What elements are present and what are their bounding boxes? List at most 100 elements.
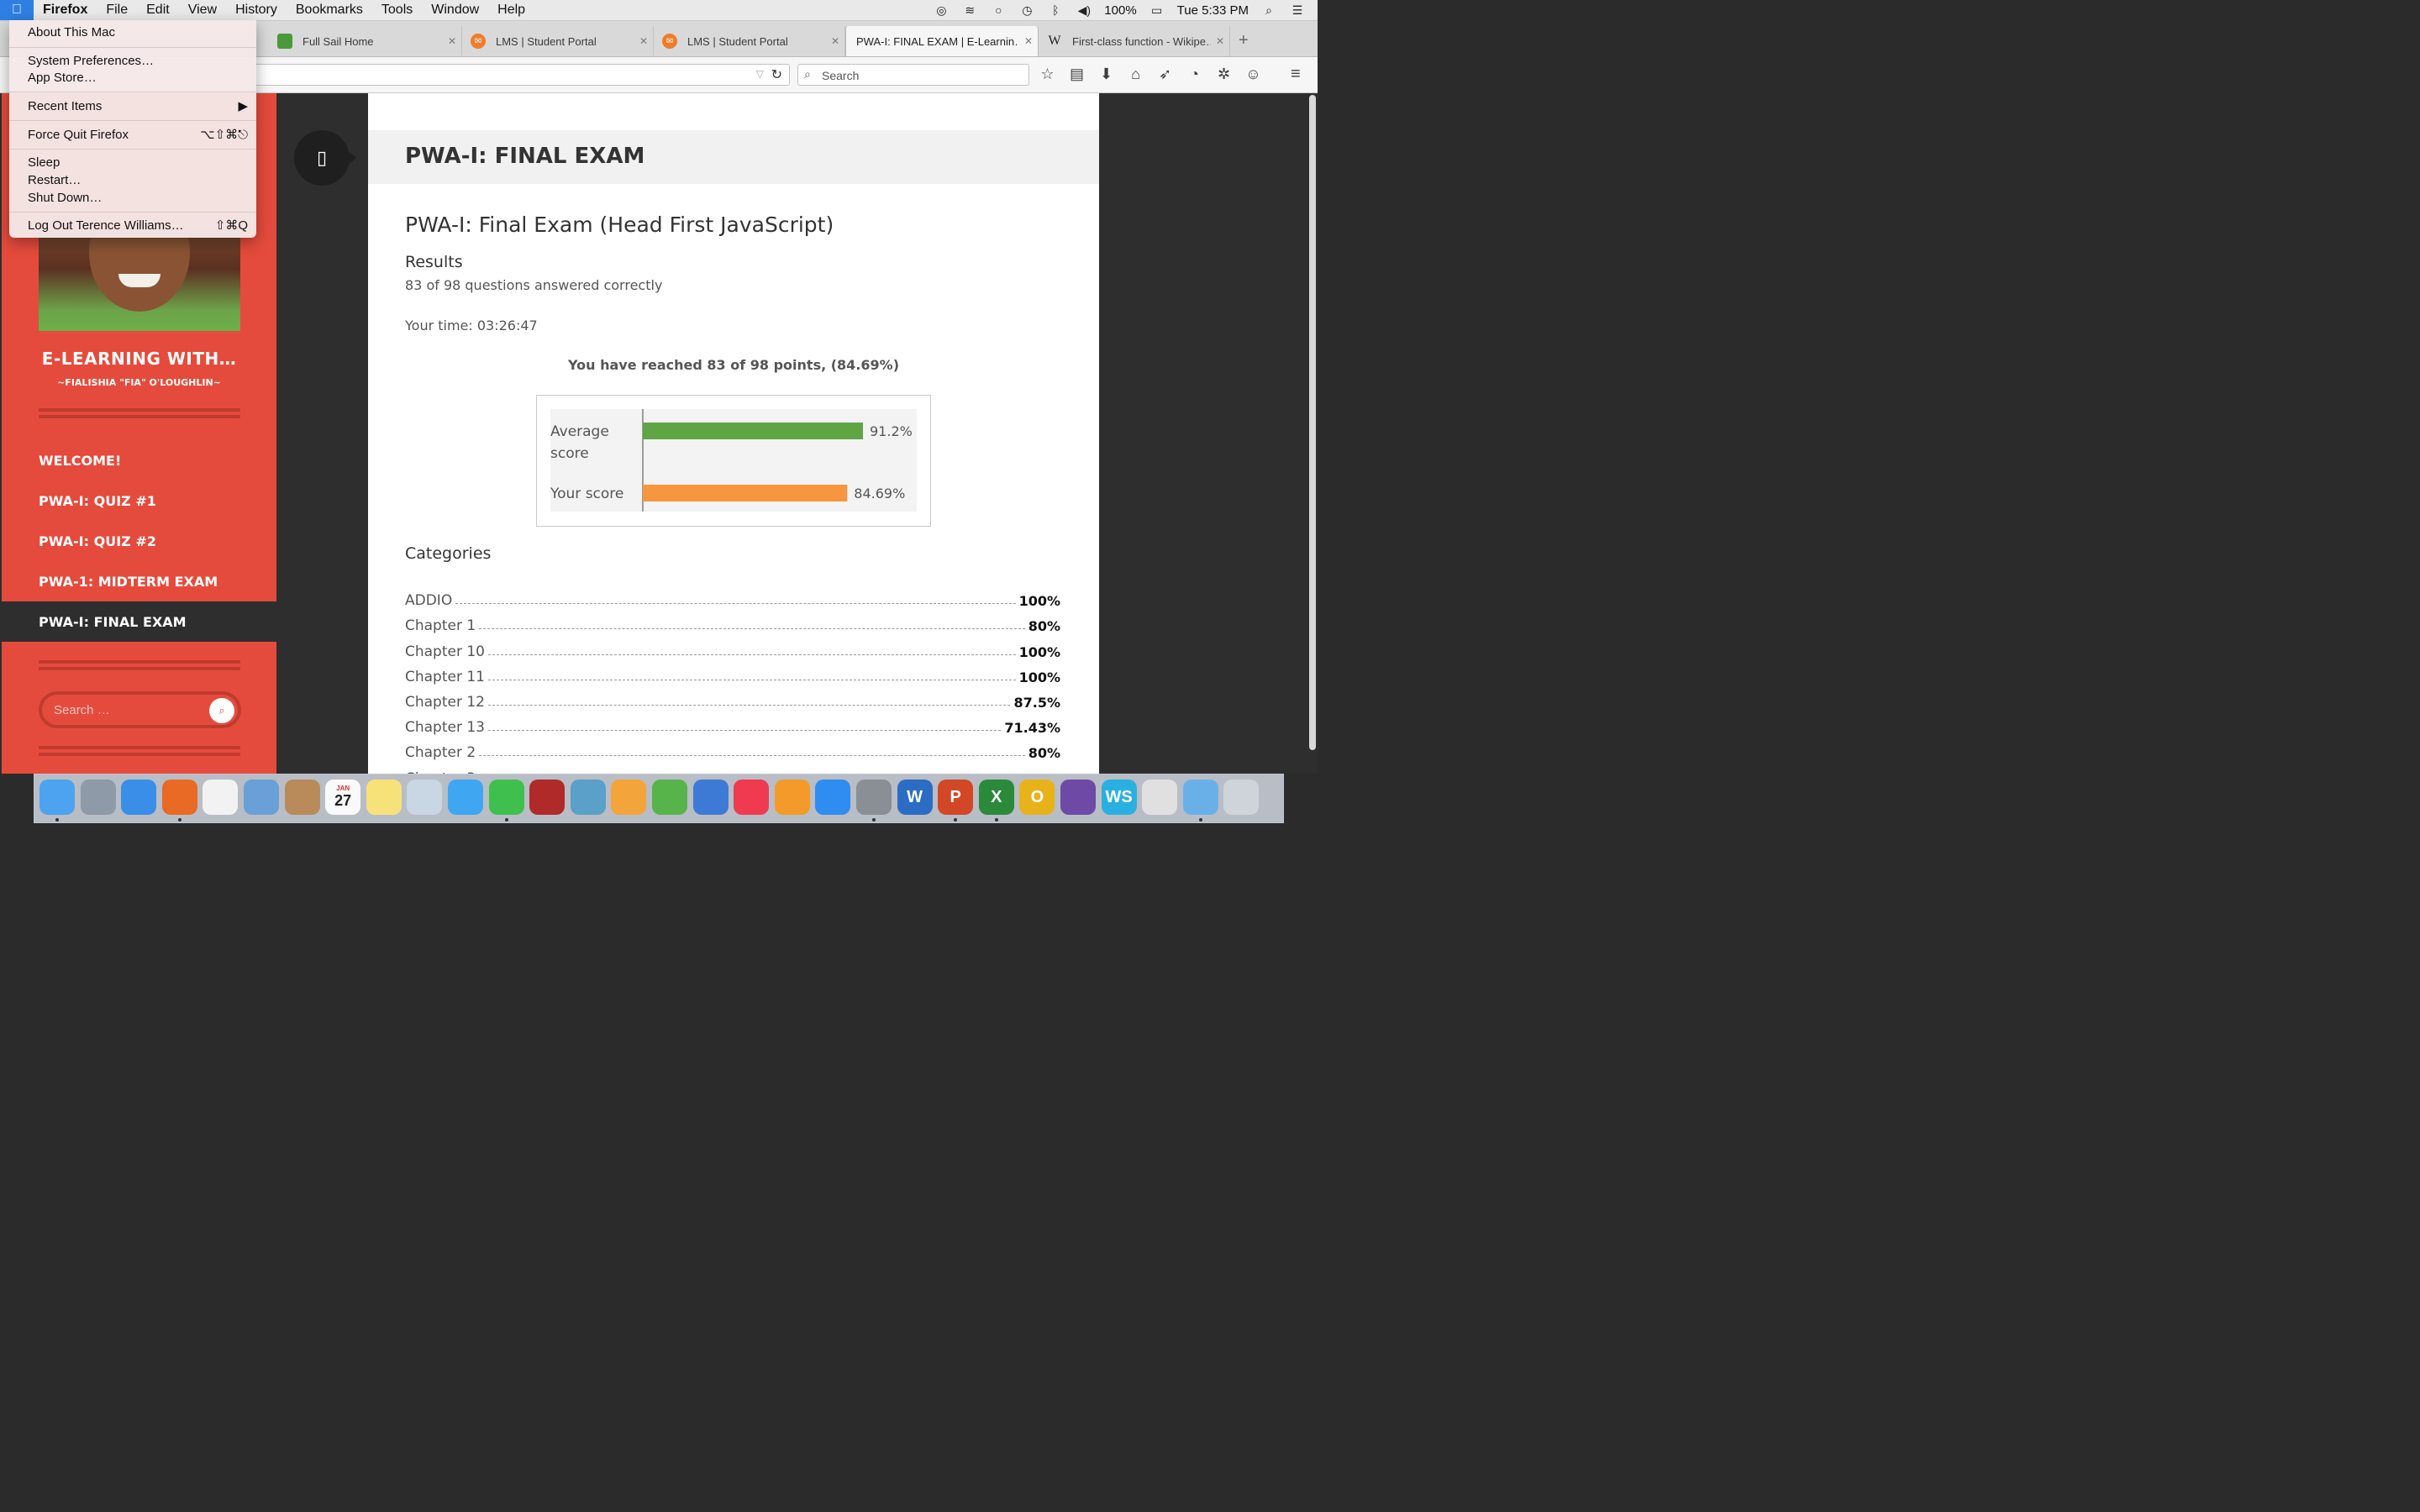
reload-icon[interactable]: ↻	[771, 66, 782, 83]
dock-pages-icon[interactable]	[611, 780, 647, 815]
close-tab-icon[interactable]: ✕	[826, 35, 844, 47]
home-icon[interactable]: ⌂	[1127, 66, 1144, 83]
volume-icon[interactable]: ◀)	[1076, 3, 1092, 18]
dock-facetime-icon[interactable]	[488, 780, 524, 815]
dock-messages-icon[interactable]	[448, 780, 483, 815]
nav-welcome[interactable]: WELCOME!	[39, 453, 121, 469]
spotlight-icon[interactable]: ⌕	[1260, 3, 1277, 18]
menu-sleep[interactable]: Sleep	[28, 154, 248, 171]
hamburger-menu-icon[interactable]: ≡	[1291, 65, 1301, 84]
new-tab-icon[interactable]: +	[1239, 31, 1249, 50]
downloads-icon[interactable]: ⬇	[1097, 66, 1115, 83]
menu-recent-items[interactable]: Recent Items ▶	[28, 97, 248, 114]
menu-shut-down[interactable]: Shut Down…	[28, 189, 248, 206]
dock-outlook-icon[interactable]: O	[1019, 780, 1055, 815]
dock-downloads-icon[interactable]	[1182, 780, 1218, 815]
dock-trash-icon[interactable]	[1223, 780, 1260, 815]
menu-restart[interactable]: Restart…	[28, 171, 248, 188]
dock-preview-icon[interactable]	[407, 780, 443, 815]
divider	[39, 660, 240, 670]
menu-system-preferences[interactable]: System Preferences…	[28, 52, 248, 69]
tab-wikipedia[interactable]: W First-class function - Wikipe… ✕	[1039, 26, 1230, 56]
close-tab-icon[interactable]: ✕	[1019, 35, 1038, 47]
dock-iphoto-icon[interactable]	[570, 780, 606, 815]
apple-menu-icon[interactable]: 	[0, 0, 34, 20]
menu-help[interactable]: Help	[488, 0, 534, 20]
category-leader	[488, 704, 1011, 706]
url-bar[interactable]: ▽ ↻	[252, 64, 790, 86]
score-chart-svg: 91.2% 84.69% Average score Your score	[550, 409, 917, 512]
dock-notes-icon[interactable]	[366, 780, 402, 815]
dock-contacts-icon[interactable]	[284, 780, 320, 815]
close-tab-icon[interactable]: ✕	[634, 35, 653, 47]
dock-mail-stamp-icon[interactable]	[244, 780, 279, 815]
creative-cloud-icon[interactable]: ◎	[933, 3, 950, 18]
dock-webstorm-icon[interactable]: WS	[1101, 780, 1137, 815]
dock-firefox-icon[interactable]	[161, 780, 197, 815]
menu-bookmarks[interactable]: Bookmarks	[287, 0, 372, 20]
menu-edit[interactable]: Edit	[137, 0, 179, 20]
dock-itunes-icon[interactable]	[734, 780, 770, 815]
dock-app-grid-icon[interactable]	[203, 780, 239, 815]
tab-lms-portal-1[interactable]: ✉ LMS | Student Portal ✕	[462, 26, 654, 56]
wifi-icon[interactable]: ≋	[961, 3, 978, 18]
category-row: Chapter 10 100%	[405, 634, 1060, 660]
time-machine-icon[interactable]: ◷	[1018, 3, 1035, 18]
menu-app-store[interactable]: App Store…	[28, 69, 248, 86]
scrollbar-thumb[interactable]	[1309, 95, 1316, 750]
dock-launchpad-icon[interactable]	[80, 780, 116, 815]
tab-final-exam[interactable]: PWA-I: FINAL EXAM | E-Learnin… ✕	[845, 26, 1039, 56]
menu-force-quit[interactable]: Force Quit Firefox ⌥⇧⌘⎋	[28, 126, 248, 143]
battery-percent[interactable]: 100%	[1104, 3, 1136, 18]
dock-photo-booth-icon[interactable]	[529, 780, 566, 815]
menu-file[interactable]: File	[97, 0, 137, 20]
url-dropdown-icon[interactable]: ▽	[756, 68, 764, 80]
dock-ibooks-icon[interactable]	[774, 780, 810, 815]
messages-status-icon[interactable]: ○	[990, 3, 1007, 17]
tab-lms-portal-2[interactable]: ✉ LMS | Student Portal ✕	[654, 26, 845, 56]
page-scrollbar[interactable]	[1308, 93, 1318, 774]
tab-full-sail-home[interactable]: Full Sail Home ✕	[269, 26, 462, 56]
sidebar-search-input[interactable]: Search … ⌕	[39, 691, 241, 728]
clock[interactable]: Tue 5:33 PM	[1177, 3, 1249, 18]
dock-keynote-icon[interactable]	[692, 780, 729, 815]
reading-list-icon[interactable]: ▤	[1068, 66, 1086, 83]
category-score: 100%	[1018, 643, 1060, 660]
battery-icon[interactable]: ▭	[1149, 3, 1165, 18]
dock-github-icon[interactable]	[1060, 780, 1096, 815]
menu-log-out[interactable]: Log Out Terence Williams… ⇧⌘Q	[28, 217, 248, 234]
extension-icon[interactable]: ✲	[1215, 66, 1233, 83]
close-tab-icon[interactable]: ✕	[1211, 35, 1229, 47]
sidebar-search-button[interactable]: ⌕	[209, 698, 234, 723]
menu-app-firefox[interactable]: Firefox	[34, 0, 97, 20]
nav-midterm-exam[interactable]: PWA-1: MIDTERM EXAM	[39, 574, 218, 590]
search-input[interactable]: ⌕ Search	[797, 64, 1029, 86]
dock-calendar-icon[interactable]: JAN 27	[325, 780, 361, 815]
dock-powerpoint-icon[interactable]: P	[938, 780, 974, 815]
site-title[interactable]: E-LEARNING WITH…	[2, 349, 276, 369]
close-tab-icon[interactable]: ✕	[443, 35, 461, 47]
dock-numbers-icon[interactable]	[652, 780, 687, 815]
nav-quiz-1[interactable]: PWA-I: QUIZ #1	[39, 493, 156, 509]
bluetooth-icon[interactable]: ᛒ	[1047, 3, 1064, 17]
menu-view[interactable]: View	[179, 0, 226, 20]
menu-window[interactable]: Window	[422, 0, 488, 20]
notification-center-icon[interactable]: ☰	[1289, 3, 1306, 18]
dock-word-icon[interactable]: W	[897, 780, 933, 815]
history-icon[interactable]: ◔	[1186, 66, 1203, 83]
dock-safari-icon[interactable]	[121, 780, 157, 815]
menu-history[interactable]: History	[226, 0, 287, 20]
menu-about-this-mac[interactable]: About This Mac	[28, 24, 248, 40]
chat-icon[interactable]: ☺	[1244, 66, 1262, 83]
dock-acrobat-icon[interactable]	[1142, 780, 1178, 815]
category-leader	[488, 654, 1016, 655]
send-icon[interactable]: ➶	[1156, 66, 1174, 83]
dock-excel-icon[interactable]: X	[978, 780, 1014, 815]
menu-tools[interactable]: Tools	[372, 0, 422, 20]
nav-quiz-2[interactable]: PWA-I: QUIZ #2	[39, 533, 156, 549]
dock-app-store-icon[interactable]	[815, 780, 851, 815]
nav-final-exam[interactable]: PWA-I: FINAL EXAM	[39, 614, 187, 630]
dock-finder-icon[interactable]	[39, 780, 75, 815]
dock-system-preferences-icon[interactable]	[856, 780, 892, 815]
bookmark-star-icon[interactable]: ☆	[1039, 66, 1056, 83]
